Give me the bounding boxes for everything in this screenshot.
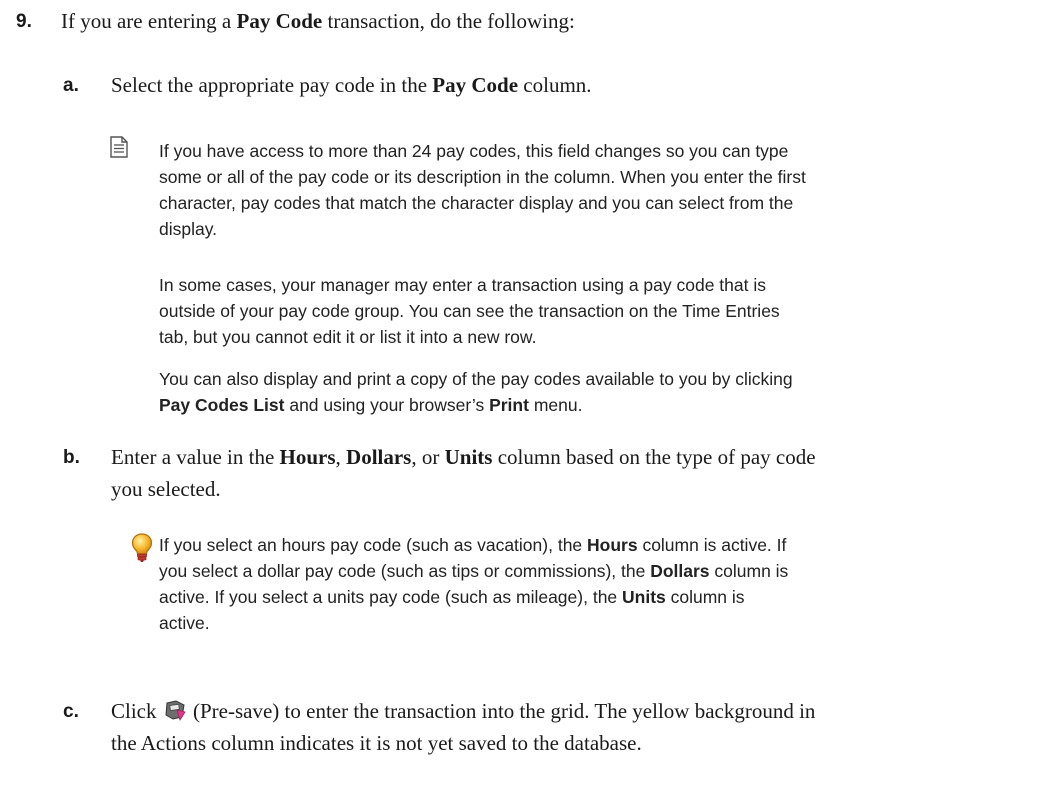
step-letter: c. bbox=[63, 701, 79, 722]
note-icon bbox=[109, 136, 129, 163]
text-line: Enter a value in the Hours, Dollars, or … bbox=[111, 442, 816, 472]
step-9-text: If you are entering a Pay Code transacti… bbox=[61, 6, 575, 36]
text-line: outside of your pay code group. You can … bbox=[159, 301, 780, 321]
step-a-text: Select the appropriate pay code in the P… bbox=[111, 70, 592, 100]
pre-save-icon bbox=[164, 699, 186, 721]
text: menu. bbox=[528, 395, 583, 415]
text-line: the Actions column indicates it is not y… bbox=[111, 731, 642, 755]
text: column. bbox=[518, 73, 592, 97]
text: transaction, do the following: bbox=[322, 9, 575, 33]
text: (Pre-save) to enter the transaction into… bbox=[187, 699, 816, 723]
step-b: b. Enter a value in the Hours, Dollars, … bbox=[0, 442, 1057, 504]
text-line: Click (Pre-save) to enter the transactio… bbox=[111, 696, 815, 726]
step-9: 9. If you are entering a Pay Code transa… bbox=[0, 6, 1057, 36]
text: active. If you select a units pay code (… bbox=[159, 587, 623, 607]
text-line: you select a dollar pay code (such as ti… bbox=[159, 558, 788, 584]
text-line: display. bbox=[159, 219, 218, 239]
text-line: active. If you select a units pay code (… bbox=[159, 584, 788, 610]
tip-text: If you select an hours pay code (such as… bbox=[159, 532, 788, 636]
bold-term: Units bbox=[444, 445, 493, 469]
text-line: If you have access to more than 24 pay c… bbox=[159, 141, 789, 161]
step-letter: b. bbox=[63, 447, 80, 468]
text-line: You can also display and print a copy of… bbox=[159, 369, 793, 389]
step-number: 9. bbox=[16, 11, 32, 32]
text: Enter a value in the bbox=[111, 445, 280, 469]
text: , or bbox=[411, 445, 445, 469]
bold-term: Hours bbox=[587, 535, 638, 555]
text-line: tab, but you cannot edit it or list it i… bbox=[159, 327, 537, 347]
bold-term: Hours bbox=[279, 445, 336, 469]
step-c-text: Click (Pre-save) to enter the transactio… bbox=[111, 696, 815, 758]
text: Select the appropriate pay code in the bbox=[111, 73, 433, 97]
text: If you select an hours pay code (such as… bbox=[159, 535, 588, 555]
text: column based on the type of pay code bbox=[492, 445, 816, 469]
text: you select a dollar pay code (such as ti… bbox=[159, 561, 651, 581]
text-line: character, pay codes that match the char… bbox=[159, 193, 794, 213]
lightbulb-icon bbox=[131, 533, 153, 568]
text: column is active. If bbox=[637, 535, 787, 555]
text: Click bbox=[111, 699, 162, 723]
step-b-text: Enter a value in the Hours, Dollars, or … bbox=[111, 442, 816, 504]
text-line: you selected. bbox=[111, 477, 221, 501]
text: If you are entering a bbox=[61, 9, 237, 33]
step-a: a. Select the appropriate pay code in th… bbox=[0, 70, 1057, 100]
step-c: c. Click (Pre-save) to enter the transac… bbox=[0, 696, 1057, 760]
text-line: active. bbox=[159, 613, 210, 633]
note-paragraph-2: In some cases, your manager may enter a … bbox=[159, 272, 780, 350]
bold-term: Pay Codes List bbox=[159, 395, 285, 415]
text-line: some or all of the pay code or its descr… bbox=[159, 167, 806, 187]
bold-term: Dollars bbox=[346, 445, 412, 469]
text-line: In some cases, your manager may enter a … bbox=[159, 275, 766, 295]
bold-term: Units bbox=[622, 587, 666, 607]
bold-term: Pay Code bbox=[236, 9, 323, 33]
text: , bbox=[335, 445, 347, 469]
step-letter: a. bbox=[63, 75, 79, 96]
text: column is bbox=[709, 561, 789, 581]
text: column is bbox=[665, 587, 745, 607]
note-paragraph-3: You can also display and print a copy of… bbox=[159, 366, 793, 418]
text-line: If you select an hours pay code (such as… bbox=[159, 532, 788, 558]
bold-term: Dollars bbox=[650, 561, 710, 581]
text-line: Pay Codes List and using your browser’s … bbox=[159, 392, 793, 418]
bold-term: Pay Code bbox=[432, 73, 519, 97]
text: and using your browser’s bbox=[284, 395, 490, 415]
note-paragraph-1: If you have access to more than 24 pay c… bbox=[159, 138, 806, 242]
bold-term: Print bbox=[489, 395, 529, 415]
